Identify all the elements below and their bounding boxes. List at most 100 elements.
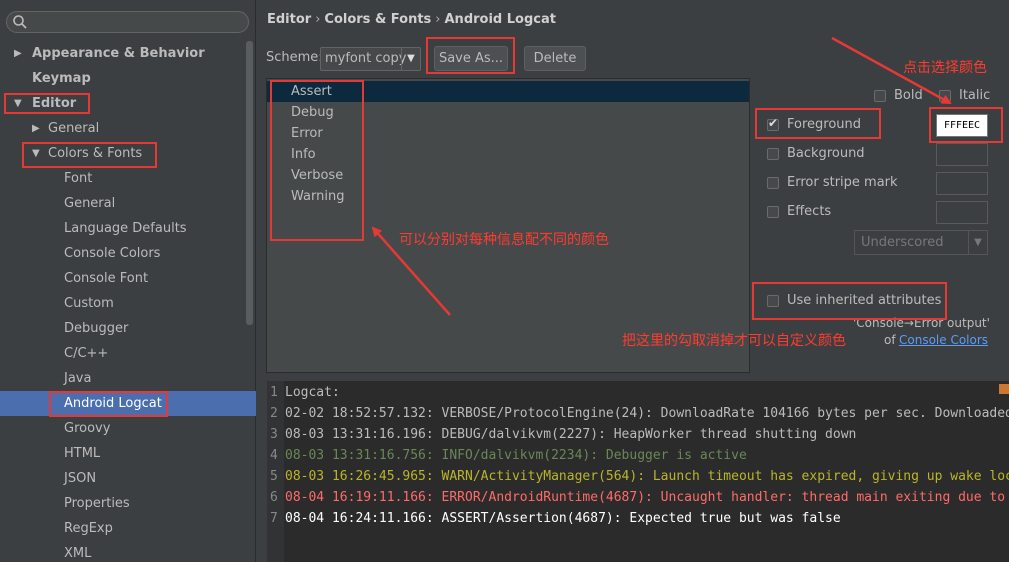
preview-line: 02-02 18:52:57.132: VERBOSE/ProtocolEngi… [285, 406, 1009, 421]
foreground-color-swatch[interactable]: FFFEEC [936, 114, 988, 137]
tree-item-label: Colors & Fonts [48, 146, 143, 161]
line-number: 4 [270, 448, 278, 463]
preview-line: 08-04 16:24:11.166: ASSERT/Assertion(468… [285, 511, 841, 526]
effects-color-swatch[interactable] [936, 201, 988, 224]
italic-checkbox[interactable] [939, 90, 951, 102]
tree-item-console-font[interactable]: Console Font [0, 266, 244, 291]
search-icon [13, 15, 27, 29]
chevron-down-icon[interactable]: ▼ [14, 91, 22, 116]
logcat-preview[interactable]: 1 2 3 4 5 6 7 Logcat: 02-02 18:52:57.132: VERBO… [267, 381, 1009, 562]
breadcrumb-android-logcat: Android Logcat [444, 12, 556, 27]
background-color-swatch[interactable] [936, 143, 988, 166]
breadcrumb-editor: Editor [267, 12, 312, 27]
scheme-select-value: myfont copy [325, 51, 407, 66]
log-level-item-assert[interactable]: Assert [267, 81, 749, 102]
tree-item-groovy[interactable]: Groovy [0, 416, 244, 441]
delete-button[interactable]: Delete [524, 46, 586, 71]
use-inherited-checkbox[interactable] [767, 295, 779, 307]
log-level-item-info[interactable]: Info [267, 144, 749, 165]
tree-item-html[interactable]: HTML [0, 441, 244, 466]
line-number: 7 [270, 511, 278, 526]
tree-item-label: Debugger [64, 321, 129, 336]
chevron-down-icon: ▼ [401, 48, 420, 70]
settings-sidebar: ▶ Appearance & Behavior Keymap ▼ Editor ▶ Gene… [0, 0, 256, 562]
settings-content: Editor › Colors & Fonts › Android Logcat Sch… [257, 0, 1009, 562]
log-level-item-verbose[interactable]: Verbose [267, 165, 749, 186]
tree-item-label: XML [64, 546, 92, 561]
tree-item-json[interactable]: JSON [0, 466, 244, 491]
tree-item-label: HTML [64, 446, 101, 461]
line-number: 3 [270, 427, 278, 442]
console-colors-link[interactable]: Console Colors [899, 333, 988, 347]
breadcrumb-separator: › [435, 12, 441, 27]
background-checkbox[interactable] [767, 148, 779, 160]
save-as-button[interactable]: Save As... [434, 46, 508, 71]
tree-item-label: General [48, 121, 100, 136]
tree-item-general[interactable]: ▶ General [0, 116, 244, 141]
breadcrumb: Editor › Colors & Fonts › Android Logcat [267, 12, 556, 32]
foreground-checkbox[interactable] [767, 116, 779, 131]
tree-item-appearance-behavior[interactable]: ▶ Appearance & Behavior [0, 41, 244, 66]
inherited-from-text: 'Console→Error output' [853, 316, 990, 330]
tree-item-general[interactable]: General [0, 191, 244, 216]
effect-type-select[interactable]: Underscored ▼ [854, 230, 988, 255]
preview-line: 08-03 13:31:16.756: INFO/dalvikvm(2234):… [285, 448, 747, 463]
scheme-select[interactable]: myfont copy ▼ [320, 47, 421, 71]
tree-item-xml[interactable]: XML [0, 541, 244, 562]
tree-item-label: Appearance & Behavior [32, 46, 205, 61]
effect-type-value: Underscored [861, 235, 944, 250]
chevron-right-icon[interactable]: ▶ [14, 41, 22, 66]
tree-item-colors-fonts[interactable]: ▼ Colors & Fonts [0, 141, 244, 166]
error-stripe-checkbox[interactable] [767, 177, 779, 189]
line-number: 6 [270, 490, 278, 505]
tree-item-android-logcat[interactable]: Android Logcat [0, 391, 256, 416]
tree-item-keymap[interactable]: Keymap [0, 66, 244, 91]
tree-item-java[interactable]: Java [0, 366, 244, 391]
tree-item-font[interactable]: Font [0, 166, 244, 191]
tree-item-label: Custom [64, 296, 114, 311]
tree-item-label: Editor [32, 96, 77, 111]
line-number-gutter: 1 2 3 4 5 6 7 [267, 381, 284, 562]
tree-item-regexp[interactable]: RegExp [0, 516, 244, 541]
preview-marker [999, 384, 1009, 394]
tree-item-language-defaults[interactable]: Language Defaults [0, 216, 244, 241]
settings-search-input[interactable] [6, 11, 249, 33]
chevron-right-icon[interactable]: ▶ [32, 116, 40, 141]
annotation-uncheck: 把这里的勾取消掉才可以自定义颜色 [622, 333, 846, 349]
tree-item-label: Groovy [64, 421, 111, 436]
log-level-item-debug[interactable]: Debug [267, 102, 749, 123]
tree-item-label: General [64, 196, 116, 211]
use-inherited-label: Use inherited attributes [787, 293, 942, 308]
tree-item-label: JSON [64, 471, 97, 486]
tree-item-custom[interactable]: Custom [0, 291, 244, 316]
line-number: 2 [270, 406, 278, 421]
tree-item-label: Language Defaults [64, 221, 187, 236]
sidebar-scrollbar[interactable] [246, 41, 253, 325]
effects-checkbox[interactable] [767, 206, 779, 218]
tree-item-console-colors[interactable]: Console Colors [0, 241, 244, 266]
tree-item-label: C/C++ [64, 346, 109, 361]
log-level-item-warning[interactable]: Warning [267, 186, 749, 207]
breadcrumb-separator: › [315, 12, 321, 27]
tree-item-debugger[interactable]: Debugger [0, 316, 244, 341]
italic-label: Italic [959, 88, 991, 103]
bold-checkbox[interactable] [874, 90, 886, 102]
tree-item-label: Properties [64, 496, 130, 511]
tree-item-editor[interactable]: ▼ Editor [0, 91, 244, 116]
effects-label: Effects [787, 204, 832, 219]
line-number: 1 [270, 385, 278, 400]
tree-item-label: Console Font [64, 271, 149, 286]
log-level-item-error[interactable]: Error [267, 123, 749, 144]
annotation-per-level: 可以分别对每种信息配不同的颜色 [399, 232, 609, 248]
tree-item-label: Keymap [32, 71, 91, 86]
tree-item-properties[interactable]: Properties [0, 491, 244, 516]
line-number: 5 [270, 469, 278, 484]
preview-line: 08-03 16:26:45.965: WARN/ActivityManager… [285, 469, 1009, 484]
tree-item-label: RegExp [64, 521, 113, 536]
annotation-pick-color: 点击选择颜色 [903, 60, 987, 76]
tree-item-c-c-[interactable]: C/C++ [0, 341, 244, 366]
error-stripe-color-swatch[interactable] [936, 172, 988, 195]
chevron-down-icon[interactable]: ▼ [32, 141, 40, 166]
of-text: of [884, 333, 896, 347]
preview-line: Logcat: [285, 385, 340, 400]
